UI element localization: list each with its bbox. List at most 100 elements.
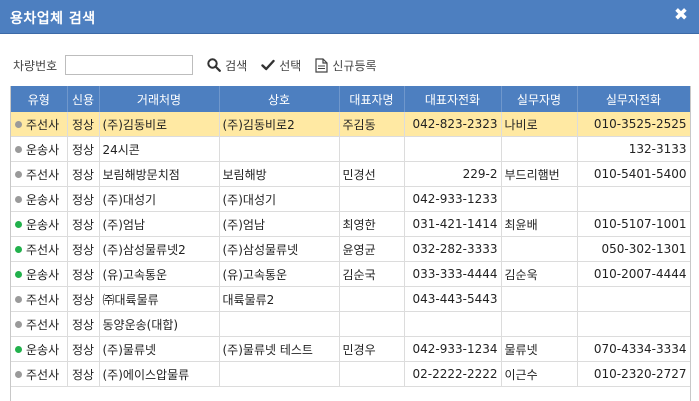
company-cell: 대륙물류2 [219,286,340,312]
table-row[interactable]: 주선사 정상 ㈜대륙물류 대륙물류2 043-443-5443 [11,286,690,312]
credit-cell: 정상 [67,261,100,287]
table-row[interactable]: 주선사 정상 보림해방문치점 보림해방 민경선 229-2 부드리햄번 010-5401-54… [11,161,690,187]
inactive-status-icon [15,170,22,178]
type-cell: 주선사 [11,311,68,337]
rep-phone-cell: 229-2 [404,161,502,187]
staff-name-cell [501,236,578,262]
grid-header-row: 유형 신용 거래처명 상호 대표자명 대표자전화 실무자명 실무자전화 [11,86,690,112]
inactive-status-icon [15,195,22,203]
col-header-representative[interactable]: 대표자명 [339,86,405,112]
col-header-client-name[interactable]: 거래처명 [99,86,220,112]
staff-name-cell: 부드리햄번 [501,161,578,187]
inactive-status-icon [15,320,22,328]
type-label: 주선사 [26,317,60,332]
rep-phone-cell: 032-282-3333 [404,236,502,262]
table-row[interactable]: 운송사 정상 (유)고속통운 (유)고속통운 김순국 033-333-4444 김순욱 010… [11,261,690,287]
type-cell: 운송사 [11,186,68,212]
col-header-type[interactable]: 유형 [11,86,68,112]
company-cell: 보림해방 [219,161,340,187]
rep-phone-cell: 033-333-4444 [404,261,502,287]
table-row[interactable]: 운송사 정상 24시콘 132-3133 [11,136,690,162]
type-label: 운송사 [26,142,60,157]
client-name-cell: (주)대성기 [99,186,220,212]
representative-cell: 민경선 [339,161,405,187]
representative-cell: 윤영균 [339,236,405,262]
table-row[interactable]: 주선사 정상 (주)삼성물류넷2 (주)삼성물류넷 윤영균 032-282-3333 050… [11,236,690,262]
check-icon [261,59,275,71]
col-header-rep-phone[interactable]: 대표자전화 [404,86,502,112]
representative-cell: 김순국 [339,261,405,287]
staff-name-cell: 최윤배 [501,211,578,237]
new-registration-button[interactable]: 신규등록 [315,57,377,74]
table-row[interactable]: 운송사 정상 (주)엄남 (주)엄남 최영한 031-421-1414 최윤배 010-510… [11,211,690,237]
staff-phone-cell: 132-3133 [577,136,690,162]
table-row[interactable]: 주선사 정상 동양운송(대합) [11,311,690,337]
inactive-status-icon [15,295,22,303]
rep-phone-cell: 043-443-5443 [404,286,502,312]
credit-cell: 정상 [67,236,100,262]
representative-cell [339,186,405,212]
type-cell: 운송사 [11,211,68,237]
company-cell: (주)엄남 [219,211,340,237]
type-cell: 주선사 [11,286,68,312]
type-cell: 운송사 [11,136,68,162]
staff-phone-cell: 050-302-1301 [577,236,690,262]
staff-name-cell [501,311,578,337]
staff-phone-cell: 010-5107-1001 [577,211,690,237]
col-header-staff[interactable]: 실무자명 [501,86,578,112]
type-cell: 운송사 [11,261,68,287]
staff-name-cell: 물류넷 [501,336,578,362]
table-row[interactable]: 운송사 정상 (주)물류넷 (주)물류넷 테스트 민경우 042-933-1234 물류넷 0… [11,336,690,362]
type-label: 주선사 [26,367,60,382]
representative-cell [339,311,405,337]
col-header-company[interactable]: 상호 [219,86,340,112]
vendor-grid: 유형 신용 거래처명 상호 대표자명 대표자전화 실무자명 실무자전화 주선사 정… [10,86,691,401]
staff-name-cell: 김순욱 [501,261,578,287]
staff-name-cell: 이근수 [501,361,578,387]
company-cell: (주)김동비로2 [219,112,340,137]
type-label: 주선사 [26,167,60,182]
client-name-cell: (유)고속통운 [99,261,220,287]
col-header-credit[interactable]: 신용 [67,86,100,112]
search-button[interactable]: 검색 [207,57,247,74]
client-name-cell: (주)에이스압물류 [99,361,220,387]
client-name-cell: (주)엄남 [99,211,220,237]
company-cell [219,311,340,337]
close-icon[interactable]: ✖ [672,6,690,24]
active-status-icon [15,220,22,228]
credit-cell: 정상 [67,311,100,337]
credit-cell: 정상 [67,161,100,187]
company-cell: (주)물류넷 테스트 [219,336,340,362]
inactive-status-icon [15,370,22,378]
rep-phone-cell: 031-421-1414 [404,211,502,237]
inactive-status-icon [15,145,22,153]
credit-cell: 정상 [67,112,100,137]
credit-cell: 정상 [67,211,100,237]
company-cell: (유)고속통운 [219,261,340,287]
company-cell [219,136,340,162]
type-cell: 운송사 [11,336,68,362]
table-row[interactable]: 주선사 정상 (주)에이스압물류 02-2222-2222 이근수 010-2320-27… [11,361,690,387]
select-button[interactable]: 선택 [261,57,301,74]
type-label: 주선사 [26,292,60,307]
representative-cell: 민경우 [339,336,405,362]
type-cell: 주선사 [11,236,68,262]
staff-name-cell [501,286,578,312]
type-label: 운송사 [26,267,60,282]
staff-phone-cell: 010-2320-2727 [577,361,690,387]
vehicle-number-label: 차량번호 [13,58,58,73]
document-icon [315,57,328,73]
vendor-search-dialog: 용차업체 검색 ✖ 차량번호 검색 선택 신규등록 유형 신용 거래처명 상호 … [0,0,699,401]
type-cell: 주선사 [11,361,68,387]
staff-phone-cell [577,286,690,312]
representative-cell [339,361,405,387]
staff-name-cell [501,186,578,212]
table-row[interactable]: 주선사 정상 (주)김동비로 (주)김동비로2 주김동 042-823-2323 나비로 01… [11,112,690,137]
table-row[interactable]: 운송사 정상 (주)대성기 (주)대성기 042-933-1233 [11,186,690,212]
staff-phone-cell: 010-2007-4444 [577,261,690,287]
col-header-staff-phone[interactable]: 실무자전화 [577,86,690,112]
search-icon [207,58,222,72]
rep-phone-cell [404,136,502,162]
select-button-label: 선택 [279,58,302,73]
vehicle-number-input[interactable] [65,55,194,75]
